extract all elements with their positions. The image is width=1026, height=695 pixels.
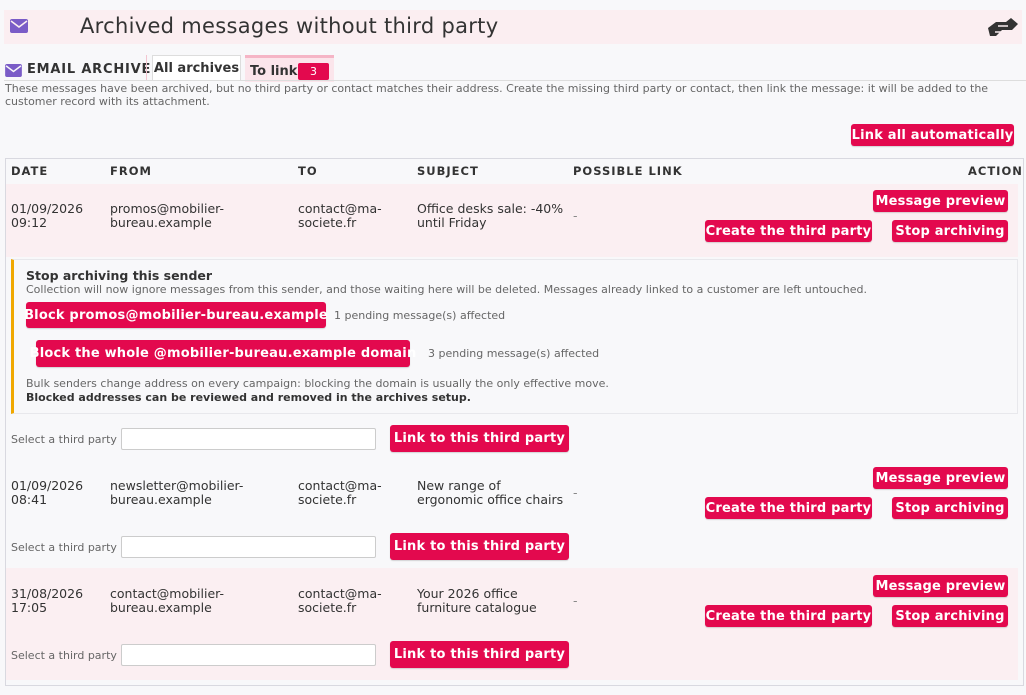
intro-text: These messages have been archived, but n… [5,82,989,108]
stop-archiving-button[interactable]: Stop archiving [892,605,1008,627]
panel-hint-bold: Blocked addresses can be reviewed and re… [26,391,471,404]
row-subject: Your 2026 office furniture catalogue [417,586,537,615]
module-label: EMAIL ARCHIVE [27,62,152,77]
row-subject: Office desks sale: -40% until Friday [417,201,564,230]
column-header-subject: SUBJECT [417,164,479,178]
row-to: contact@ma-societe.fr [298,478,382,507]
panel-hint: Bulk senders change address on every cam… [26,377,609,390]
stop-archiving-button[interactable]: Stop archiving [892,497,1008,519]
create-third-party-button[interactable]: Create the third party [705,220,872,242]
third-party-select[interactable] [121,644,376,666]
block-address-button[interactable]: Block promos@mobilier-bureau.example [24,302,328,328]
tab-all-archives[interactable]: All archives [152,55,241,81]
create-third-party-button[interactable]: Create the third party [705,605,872,627]
column-header-date: DATE [11,164,49,178]
tab-label: All archives [153,61,240,76]
row-possible-link: - [573,593,578,608]
select-label: Select a third party [11,541,117,554]
hand-link-icon[interactable] [986,14,1020,44]
row-from: newsletter@mobilier-bureau.example [110,478,244,507]
column-header-to: TO [298,164,318,178]
message-preview-button[interactable]: Message preview [873,190,1008,212]
link-all-button[interactable]: Link all automatically [851,124,1014,146]
tab-label: To link [250,64,298,79]
panel-description: Collection will now ignore messages from… [26,283,867,296]
link-third-party-button[interactable]: Link to this third party [390,533,569,560]
row-date: 01/09/2026 09:12 [11,201,84,230]
block-address-note: 1 pending message(s) affected [334,309,506,322]
row-possible-link: - [573,485,578,500]
block-domain-note: 3 pending message(s) affected [428,347,600,360]
link-third-party-button[interactable]: Link to this third party [390,425,569,452]
select-label: Select a third party [11,649,117,662]
page-title: Archived messages without third party [80,14,499,38]
tab-separator [146,55,147,80]
row-date: 01/09/2026 08:41 [11,478,84,507]
row-from: promos@mobilier-bureau.example [110,201,225,230]
third-party-select[interactable] [121,428,376,450]
column-header-action: ACTION [968,164,1023,178]
link-third-party-button[interactable]: Link to this third party [390,641,569,668]
row-to: contact@ma-societe.fr [298,586,382,615]
message-preview-button[interactable]: Message preview [873,467,1008,489]
column-header-from: FROM [110,164,152,178]
row-to: contact@ma-societe.fr [298,201,382,230]
block-domain-button[interactable]: Block the whole @mobilier-bureau.example… [30,340,416,367]
envelope-icon [5,62,22,81]
panel-title: Stop archiving this sender [26,268,213,283]
row-subject: New range of ergonomic office chairs [417,478,564,507]
create-third-party-button[interactable]: Create the third party [705,497,872,519]
stop-archiving-button[interactable]: Stop archiving [892,220,1008,242]
third-party-select[interactable] [121,536,376,558]
tab-divider [4,80,1026,81]
message-preview-button[interactable]: Message preview [873,575,1008,597]
column-header-possible-link: POSSIBLE LINK [573,164,683,178]
row-date: 31/08/2026 17:05 [11,586,84,615]
select-label: Select a third party [11,433,117,446]
count-badge: 3 [298,63,329,80]
row-possible-link: - [573,208,578,223]
envelope-icon [10,18,28,37]
row-from: contact@mobilier-bureau.example [110,586,224,615]
